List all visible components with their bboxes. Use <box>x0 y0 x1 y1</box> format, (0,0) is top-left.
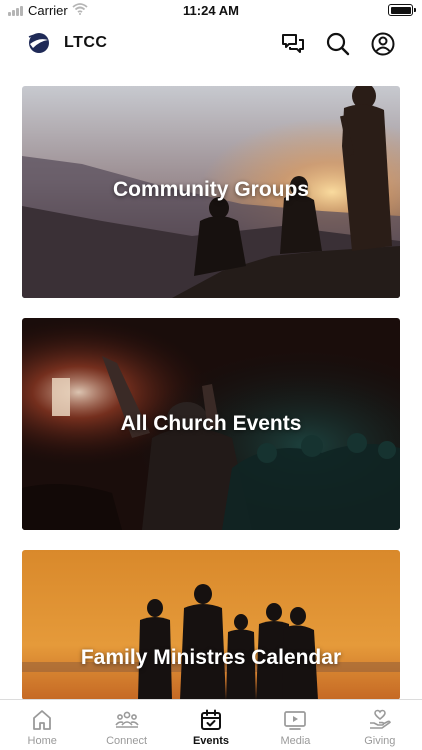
tab-events[interactable]: Events <box>169 700 253 750</box>
tab-label: Home <box>27 735 57 747</box>
tab-media[interactable]: Media <box>253 700 337 750</box>
card-title: All Church Events <box>120 412 302 435</box>
profile-icon[interactable] <box>370 31 396 57</box>
status-time: 11:24 AM <box>183 3 239 18</box>
play-icon <box>284 711 307 730</box>
card-community-groups[interactable]: Community Groups <box>22 86 400 298</box>
tab-label: Events <box>192 735 230 747</box>
tab-label: Media <box>280 735 311 747</box>
card-title: Community Groups <box>112 178 309 201</box>
card-title: Family Ministres Calendar <box>80 646 342 669</box>
tab-label: Connect <box>106 735 148 747</box>
heart-hand-icon <box>369 709 391 729</box>
home-icon <box>33 710 52 730</box>
bottom-tab-bar: Home Connect Events Media Giving <box>0 699 422 750</box>
status-bar: Carrier 11:24 AM <box>0 0 422 22</box>
family-ministres-image <box>22 550 400 700</box>
search-icon[interactable] <box>325 31 351 57</box>
battery-icon <box>388 4 416 16</box>
chat-icon[interactable] <box>280 31 306 57</box>
tab-home[interactable]: Home <box>0 700 84 750</box>
tab-connect[interactable]: Connect <box>84 700 168 750</box>
calendar-icon <box>201 709 222 730</box>
events-feed: Community Groups All Church Events Famil… <box>22 86 400 720</box>
church-logo[interactable] <box>27 31 51 55</box>
people-icon <box>114 711 139 728</box>
tab-giving[interactable]: Giving <box>338 700 422 750</box>
tab-label: Giving <box>364 735 396 747</box>
app-title: LTCC <box>64 34 108 51</box>
app-header: LTCC <box>0 22 422 66</box>
card-all-church-events[interactable]: All Church Events <box>22 318 400 530</box>
card-family-ministres-calendar[interactable]: Family Ministres Calendar <box>22 550 400 700</box>
